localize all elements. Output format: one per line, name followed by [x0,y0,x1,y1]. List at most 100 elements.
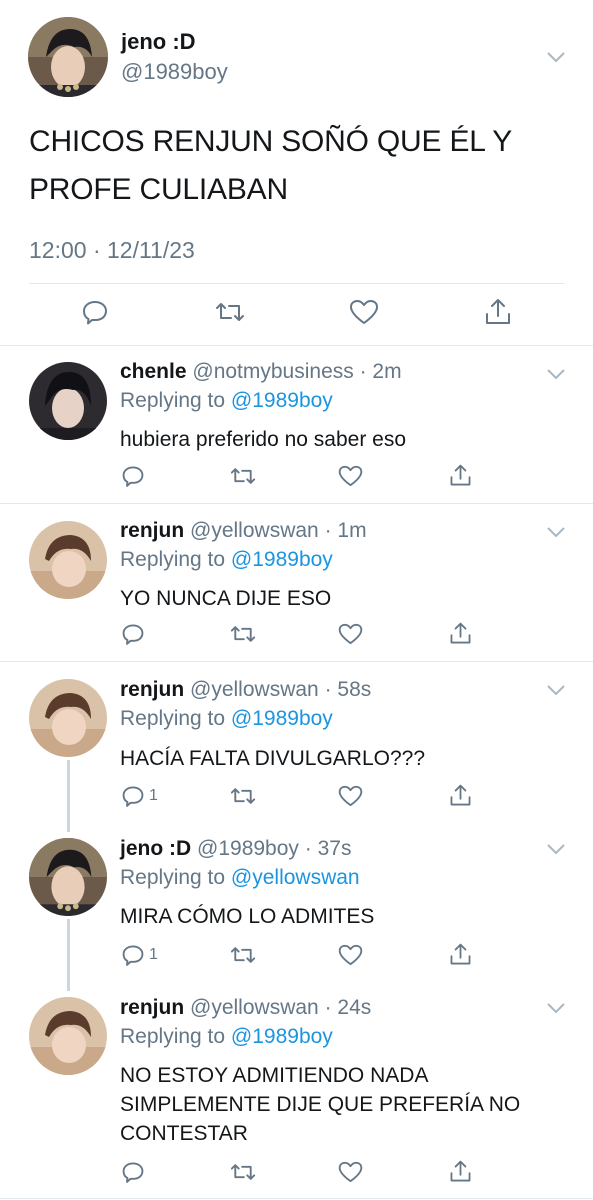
replying-to-link[interactable]: @1989boy [231,389,333,412]
reply-icon [122,786,144,807]
retweet-button[interactable] [229,622,257,646]
retweet-icon [216,303,244,321]
replying-label: Replying to [120,389,231,412]
reply-button[interactable]: 1 [121,784,158,808]
avatar-renjun-image [29,997,107,1075]
replying-label: Replying to [120,866,231,889]
retweet-icon [230,788,256,804]
replying-to-link[interactable]: @1989boy [231,548,333,571]
heart-icon [338,1161,363,1183]
tweet-time[interactable]: · 58s [325,678,372,701]
avatar-renjun[interactable] [29,521,107,599]
retweet-button[interactable] [214,298,246,326]
tweet-text: HACÍA FALTA DIVULGARLO??? [120,747,426,770]
share-button[interactable] [449,463,472,488]
author-handle[interactable]: @yellowswan [190,678,319,701]
replying-to-link[interactable]: @1989boy [231,1025,333,1048]
author-name[interactable]: jeno :D [120,837,191,860]
retweet-button[interactable] [229,943,257,967]
avatar-chenle-image [29,362,107,440]
share-icon [486,299,510,324]
share-icon [450,1160,471,1182]
chevron-down-icon[interactable] [546,51,566,63]
author-name[interactable]: jeno :D [121,29,196,55]
share-icon [450,464,471,486]
chevron-down-icon[interactable] [546,526,566,538]
reply-tweet[interactable]: jeno :D @1989boy · 37s Replying to @yell… [0,821,593,979]
replying-label: Replying to [120,707,231,730]
share-button[interactable] [484,297,512,327]
chevron-down-icon[interactable] [546,368,566,380]
chevron-down-icon[interactable] [546,1002,566,1014]
like-button[interactable] [338,943,363,967]
heart-icon [338,785,363,807]
like-button[interactable] [338,784,363,808]
retweet-icon [230,626,256,642]
reply-icon [122,945,144,966]
share-icon [450,784,471,806]
replying-label: Replying to [120,1025,231,1048]
reply-icon [122,624,144,645]
heart-icon [350,300,378,324]
reply-button[interactable] [121,464,149,488]
retweet-icon [230,1164,256,1180]
avatar-renjun[interactable] [29,679,107,757]
tweet-time[interactable]: · 37s [305,837,352,860]
replying-to-link[interactable]: @yellowswan [231,866,360,889]
share-button[interactable] [449,1159,472,1184]
avatar-jeno-image [29,838,107,916]
tweet-text: NO ESTOY ADMITIENDO NADA SIMPLEMENTE DIJ… [120,1064,521,1145]
heart-icon [338,623,363,645]
author-handle[interactable]: @yellowswan [190,519,319,542]
reply-button[interactable] [81,298,109,326]
reply-tweet[interactable]: renjun @yellowswan · 58s Replying to @19… [0,662,593,820]
author-handle[interactable]: @yellowswan [190,996,319,1019]
avatar-jeno[interactable] [29,838,107,916]
share-button[interactable] [449,942,472,967]
avatar-renjun-image [29,521,107,599]
replying-to: Replying to @1989boy [120,1025,333,1049]
reply-tweet[interactable]: renjun @yellowswan · 1m Replying to @198… [0,504,593,662]
avatar-jeno[interactable] [28,17,108,97]
retweet-icon [230,468,256,484]
like-button[interactable] [338,1160,363,1184]
author-handle[interactable]: @notmybusiness [192,360,353,383]
chevron-down-icon[interactable] [546,684,566,696]
share-icon [450,943,471,965]
share-button[interactable] [449,621,472,646]
retweet-button[interactable] [229,784,257,808]
retweet-button[interactable] [229,1160,257,1184]
author-name[interactable]: chenle [120,360,187,383]
replying-to: Replying to @1989boy [120,389,333,413]
author-name[interactable]: renjun [120,996,184,1019]
share-icon [450,622,471,644]
author-handle[interactable]: @1989boy [121,59,228,85]
avatar-renjun[interactable] [29,997,107,1075]
like-button[interactable] [338,622,363,646]
like-button[interactable] [349,298,379,326]
author-name[interactable]: renjun [120,519,184,542]
author-name[interactable]: renjun [120,678,184,701]
like-button[interactable] [338,464,363,488]
retweet-icon [230,947,256,963]
author-handle[interactable]: @1989boy [197,837,299,860]
reply-tweet[interactable]: renjun @yellowswan · 24s Replying to @19… [0,980,593,1199]
tweet-time[interactable]: · 2m [360,360,402,383]
heart-icon [338,944,363,966]
retweet-button[interactable] [229,464,257,488]
avatar-chenle[interactable] [29,362,107,440]
reply-button[interactable] [121,1160,149,1184]
chevron-down-icon[interactable] [546,843,566,855]
reply-button[interactable]: 1 [121,943,158,967]
tweet-text: YO NUNCA DIJE ESO [120,587,332,610]
tweet-time[interactable]: · 24s [325,996,372,1019]
replying-to: Replying to @1989boy [120,707,333,731]
tweet-text: hubiera preferido no saber eso [120,428,407,451]
share-button[interactable] [449,783,472,808]
replying-to-link[interactable]: @1989boy [231,707,333,730]
reply-button[interactable] [121,622,149,646]
tweet-timestamp[interactable]: 12:00 · 12/11/23 [29,237,195,264]
replying-label: Replying to [120,548,231,571]
reply-tweet[interactable]: chenle @notmybusiness · 2m Replying to @… [0,346,593,504]
tweet-time[interactable]: · 1m [325,519,367,542]
